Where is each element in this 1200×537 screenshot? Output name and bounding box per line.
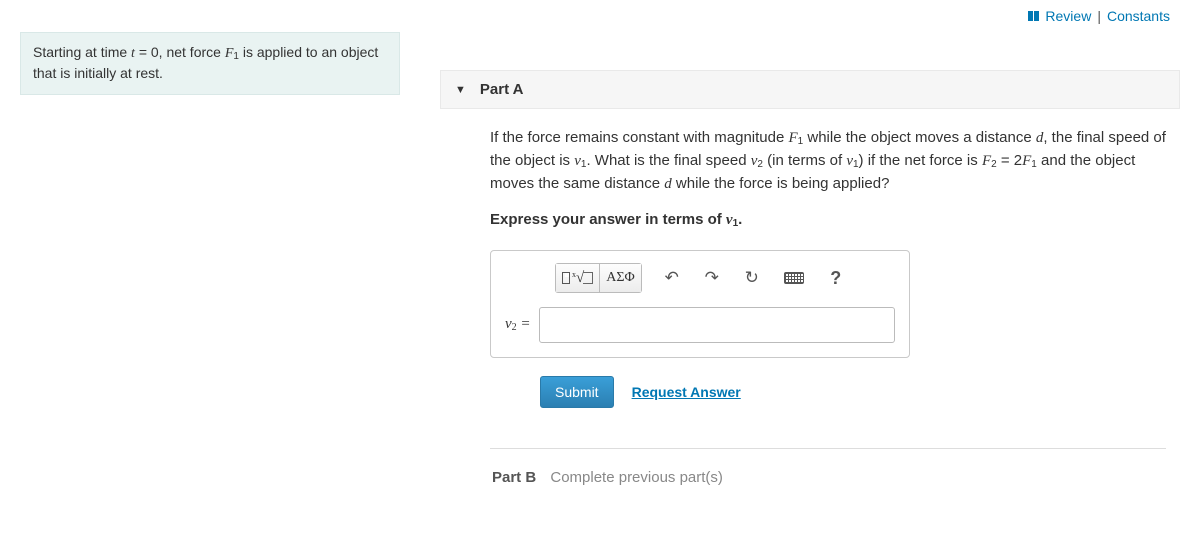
reset-button[interactable]: ↻ [738,263,766,293]
part-b-label: Part B [492,469,536,486]
keyboard-button[interactable] [778,263,810,293]
divider [490,448,1166,449]
template-icon [562,272,570,284]
answer-input[interactable] [539,307,895,343]
part-a-title: Part A [480,81,524,98]
undo-button[interactable]: ↶ [658,263,686,293]
sqrt-icon: x√ [572,270,593,287]
submit-button[interactable]: Submit [540,376,614,408]
variable-label: v2 = [505,314,531,336]
problem-statement: Starting at time t = 0, net force F1 is … [20,32,400,95]
templates-button[interactable]: x√ [555,263,600,293]
part-a-header[interactable]: ▼ Part A [440,70,1180,109]
constants-link[interactable]: Constants [1107,8,1170,24]
undo-icon: ↶ [665,268,679,288]
help-button[interactable]: ? [822,263,850,293]
review-link[interactable]: Review [1045,8,1091,24]
redo-button[interactable]: ↷ [698,263,726,293]
part-b-row: Part B Complete previous part(s) [490,467,1166,489]
answer-box: x√ ΑΣΦ ↶ ↷ ↻ [490,250,910,358]
book-icon [1028,11,1039,21]
part-a-question: If the force remains constant with magni… [490,127,1166,195]
separator: | [1097,8,1101,24]
keyboard-icon [784,272,804,284]
greek-label: ΑΣΦ [606,270,635,286]
redo-icon: ↷ [705,268,719,288]
reset-icon: ↻ [745,268,759,288]
part-a-instruction: Express your answer in terms of v1. [490,209,1166,232]
request-answer-link[interactable]: Request Answer [632,382,741,402]
part-b-status: Complete previous part(s) [550,469,723,486]
greek-button[interactable]: ΑΣΦ [600,263,642,293]
caret-down-icon: ▼ [455,84,466,96]
